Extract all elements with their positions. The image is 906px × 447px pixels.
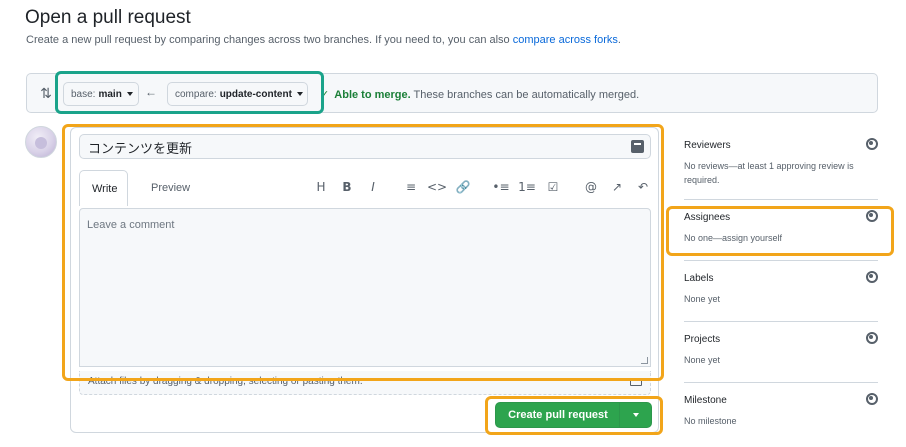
tab-preview[interactable]: Preview — [139, 170, 202, 206]
gear-icon[interactable] — [866, 138, 878, 150]
comment-textarea[interactable]: Leave a comment — [79, 208, 651, 367]
gear-icon[interactable] — [866, 210, 878, 222]
bullet-list-icon[interactable]: •≡ — [488, 178, 514, 196]
assignees-label: Assignees — [684, 212, 731, 223]
toolbar-divider — [386, 178, 398, 196]
create-pull-request-button[interactable]: Create pull request — [495, 402, 652, 428]
task-list-icon[interactable]: ☑ — [540, 178, 566, 196]
check-icon: ✓ — [320, 89, 330, 101]
arrow-left-icon: ← — [145, 85, 157, 99]
editor-tabbar: Write Preview H B I ≡ <> 🔗 •≡ 1≡ ☑ @ ↗ ↶ — [79, 170, 651, 206]
pr-sidebar: Reviewers No reviews—at least 1 approvin… — [684, 128, 878, 444]
comment-placeholder: Leave a comment — [87, 219, 175, 231]
gear-icon[interactable] — [866, 393, 878, 405]
subtitle-end: . — [617, 34, 621, 46]
subtitle-text: Create a new pull request by comparing c… — [26, 34, 510, 46]
base-branch-button[interactable]: base: main — [63, 82, 139, 106]
compare-branch-name: update-content — [219, 88, 292, 100]
base-branch-name: main — [98, 88, 122, 100]
page-subtitle: Create a new pull request by comparing c… — [26, 34, 621, 46]
chevron-down-icon — [126, 92, 133, 96]
page-title: Open a pull request — [25, 7, 191, 28]
quote-icon[interactable]: ≡ — [398, 178, 424, 196]
tab-write[interactable]: Write — [79, 170, 128, 206]
gear-icon[interactable] — [866, 271, 878, 283]
saved-replies-icon[interactable] — [631, 140, 644, 153]
pr-editor-card: コンテンツを更新 Write Preview H B I ≡ <> 🔗 •≡ 1… — [70, 127, 659, 433]
pr-title-input[interactable]: コンテンツを更新 — [79, 134, 651, 159]
attach-files-text: Attach files by dragging & dropping, sel… — [88, 376, 363, 387]
chevron-down-icon — [296, 92, 303, 96]
bold-icon[interactable]: B — [334, 178, 360, 196]
create-options-dropdown[interactable] — [619, 403, 651, 427]
toolbar-divider — [476, 178, 488, 196]
labels-label: Labels — [684, 273, 714, 284]
italic-icon[interactable]: I — [360, 178, 386, 196]
link-icon[interactable]: 🔗 — [450, 178, 476, 196]
projects-value: None yet — [684, 355, 721, 365]
heading-icon[interactable]: H — [308, 178, 334, 196]
compare-branch-button[interactable]: compare: update-content — [167, 82, 308, 106]
projects-label: Projects — [684, 334, 721, 345]
milestone-value: No milestone — [684, 416, 737, 426]
merge-status: ✓ Able to merge. These branches can be a… — [320, 88, 639, 101]
compare-arrows-icon: ⇅ — [40, 85, 52, 101]
milestone-label: Milestone — [684, 395, 727, 406]
pr-title-value: コンテンツを更新 — [88, 142, 193, 157]
gear-icon[interactable] — [866, 332, 878, 344]
markdown-toolbar: H B I ≡ <> 🔗 •≡ 1≡ ☑ @ ↗ ↶ — [308, 178, 656, 196]
labels-value: None yet — [684, 294, 721, 304]
compare-prefix: compare: — [175, 88, 217, 100]
reference-icon[interactable]: ↗ — [604, 178, 630, 196]
assignees-value[interactable]: No one—assign yourself — [684, 231, 872, 245]
avatar — [25, 126, 57, 158]
branch-range-bar: ⇅ base: main ← compare: update-content ✓… — [26, 73, 878, 113]
reviewers-label: Reviewers — [684, 140, 731, 151]
mention-icon[interactable]: @ — [578, 178, 604, 196]
attach-files-bar[interactable]: Attach files by dragging & dropping, sel… — [79, 371, 651, 395]
sidebar-labels: Labels None yet — [684, 261, 878, 322]
toolbar-divider — [566, 178, 578, 196]
create-pull-request-label: Create pull request — [508, 409, 608, 421]
markdown-icon — [630, 378, 642, 386]
undo-icon[interactable]: ↶ — [630, 178, 656, 196]
chevron-down-icon — [632, 413, 639, 417]
numbered-list-icon[interactable]: 1≡ — [514, 178, 540, 196]
sidebar-reviewers: Reviewers No reviews—at least 1 approvin… — [684, 128, 878, 200]
merge-status-text: These branches can be automatically merg… — [413, 89, 640, 101]
sidebar-milestone: Milestone No milestone — [684, 383, 878, 444]
resize-handle-icon[interactable] — [641, 357, 648, 364]
sidebar-assignees: Assignees No one—assign yourself — [684, 200, 878, 261]
compare-across-forks-link[interactable]: compare across forks — [513, 34, 618, 46]
code-icon[interactable]: <> — [424, 178, 450, 196]
base-prefix: base: — [71, 88, 96, 100]
sidebar-projects: Projects None yet — [684, 322, 878, 383]
reviewers-value: No reviews—at least 1 approving review i… — [684, 161, 854, 185]
merge-ok-label: Able to merge. — [334, 89, 411, 101]
